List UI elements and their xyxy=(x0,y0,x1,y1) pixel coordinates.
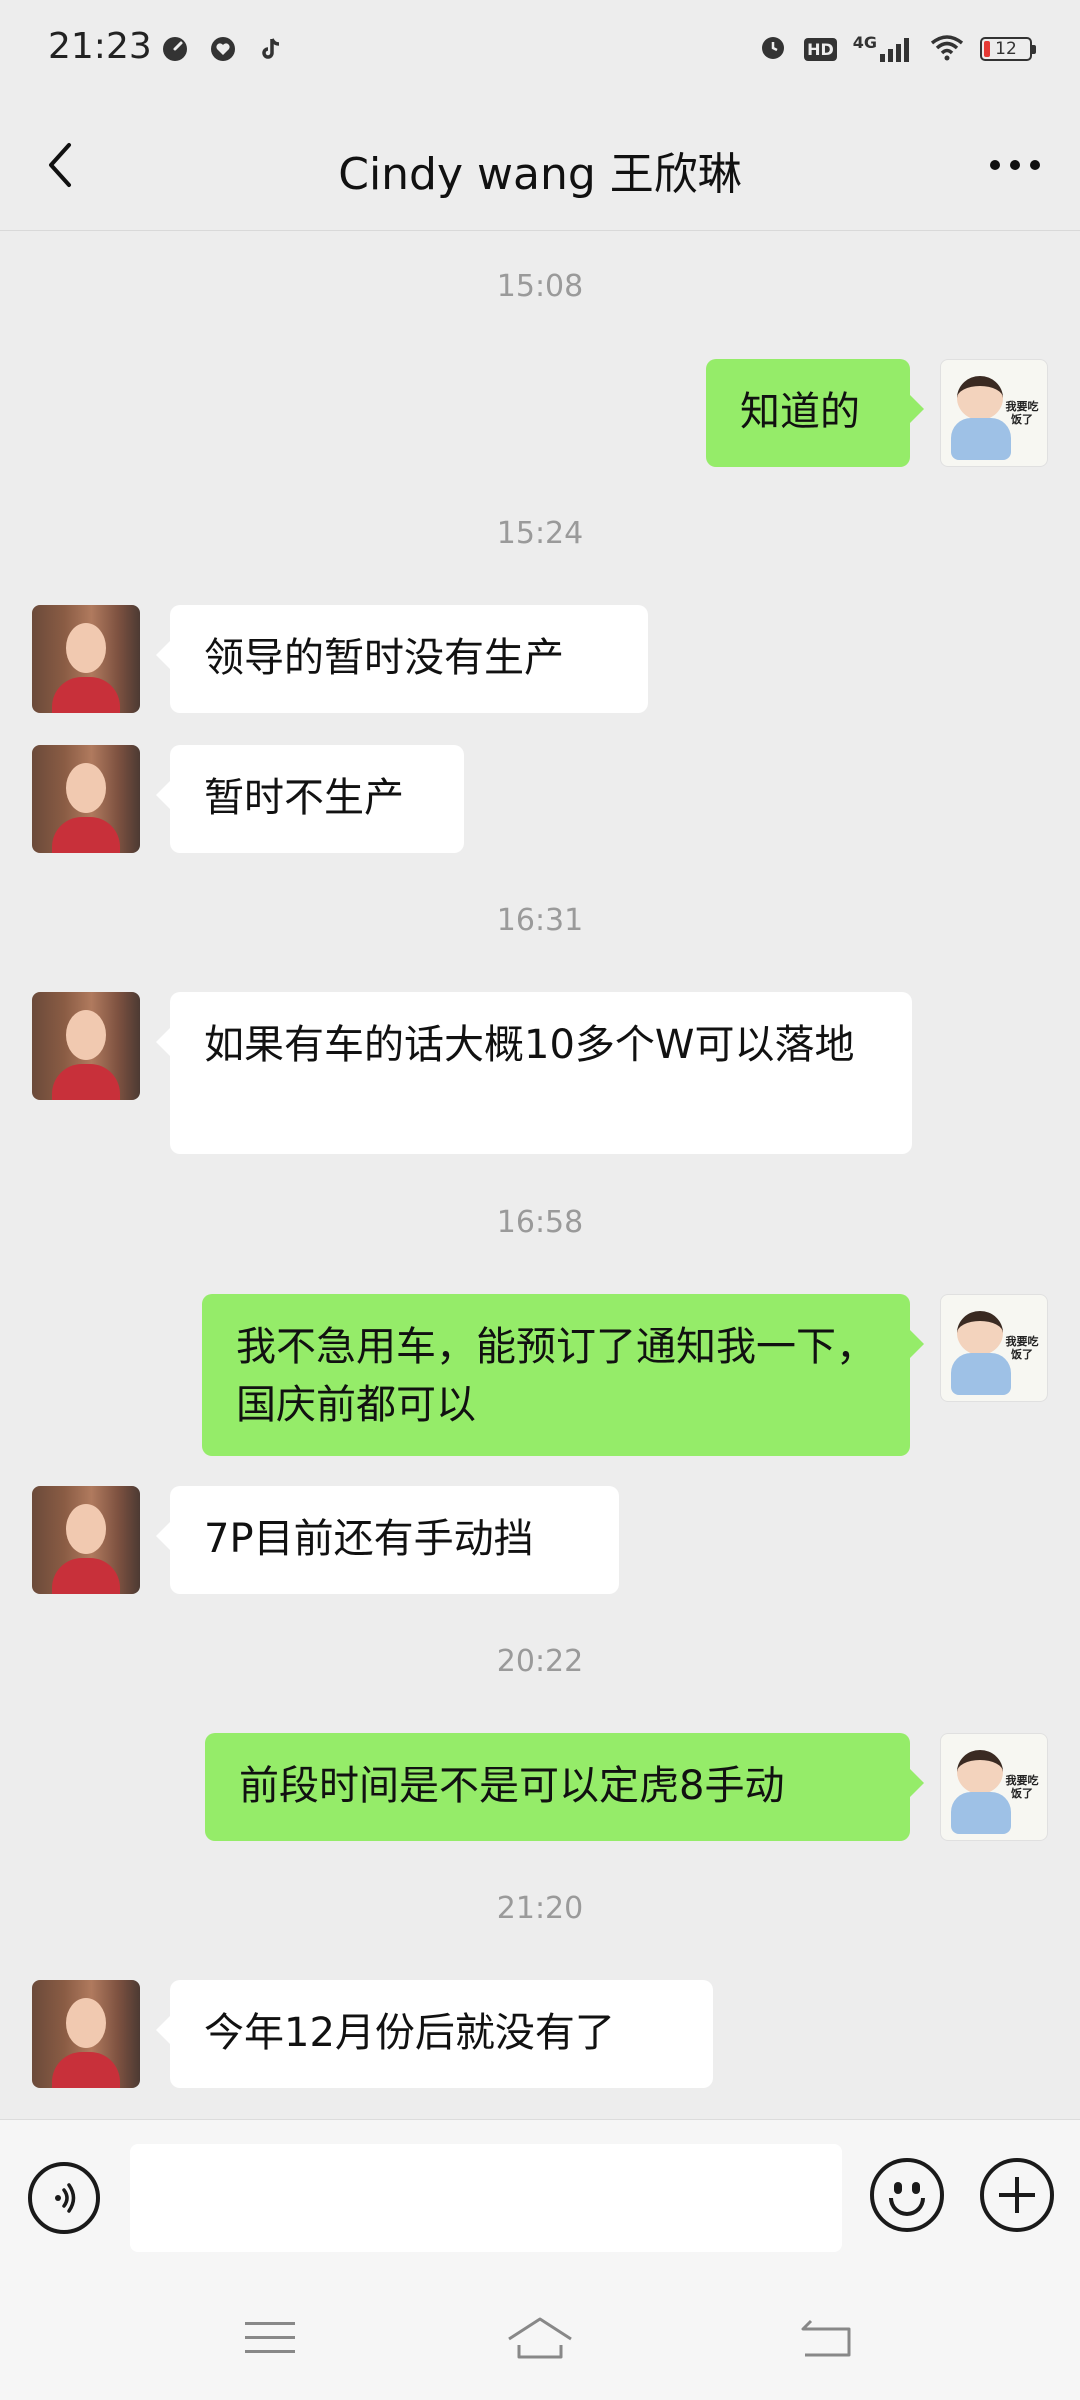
more-button[interactable] xyxy=(980,135,1050,195)
timestamp: 16:58 xyxy=(496,1205,584,1240)
contact-avatar[interactable] xyxy=(32,605,140,713)
tiktok-icon xyxy=(256,34,286,64)
contact-avatar[interactable] xyxy=(32,1980,140,2088)
nav-back-button[interactable] xyxy=(785,2303,865,2373)
message-bubble[interactable]: 前段时间是不是可以定虎8手动 xyxy=(205,1733,924,1841)
nav-menu-button[interactable] xyxy=(230,2303,310,2373)
status-left-icons xyxy=(160,34,286,64)
emoji-button[interactable] xyxy=(870,2158,944,2232)
message-input[interactable] xyxy=(130,2144,842,2252)
my-avatar[interactable]: 我要吃饭了 xyxy=(940,1294,1048,1402)
voice-button[interactable] xyxy=(28,2162,100,2234)
message-bubble[interactable]: 我不急用车，能预订了通知我一下，国庆前都可以 xyxy=(202,1294,924,1456)
status-right-icons: HD 4G 12 xyxy=(758,32,1036,66)
timestamp: 21:20 xyxy=(496,1891,584,1926)
status-bar: 21:23 HD 4G 12 xyxy=(0,0,1080,100)
hd-badge: HD xyxy=(804,37,837,61)
heart-cloud-icon xyxy=(208,34,238,64)
menu-icon xyxy=(245,2322,295,2353)
message-bubble[interactable]: 知道的 xyxy=(706,359,924,467)
network-label: 4G xyxy=(852,33,877,52)
nav-home-button[interactable] xyxy=(500,2303,580,2373)
timestamp: 15:08 xyxy=(496,269,584,304)
message-bubble[interactable]: 暂时不生产 xyxy=(156,745,464,853)
timestamp: 15:24 xyxy=(496,516,584,551)
status-time: 21:23 xyxy=(48,26,152,67)
avatar-caption: 我要吃饭了 xyxy=(1005,1335,1039,1361)
wifi-icon xyxy=(930,33,964,65)
message-bubble[interactable]: 领导的暂时没有生产 xyxy=(156,605,648,713)
timestamp: 16:31 xyxy=(496,903,584,938)
home-icon xyxy=(508,2317,572,2359)
chat-title: Cindy wang 王欣琳 xyxy=(338,149,742,200)
message-bubble[interactable]: 7P目前还有手动挡 xyxy=(156,1486,619,1594)
back-icon xyxy=(801,2319,851,2357)
contact-avatar[interactable] xyxy=(32,992,140,1100)
speed-gauge-icon xyxy=(160,34,190,64)
more-dots-icon xyxy=(990,160,1040,170)
chat-header: Cindy wang 王欣琳 xyxy=(0,100,1080,231)
signal-icon: 4G xyxy=(852,33,914,62)
voice-icon xyxy=(55,2183,76,2213)
message-list[interactable]: 15:08 知道的 我要吃饭了 15:24 领导的暂时没有生产 暂时不生产 16… xyxy=(0,231,1080,2119)
message-bubble[interactable]: 今年12月份后就没有了 xyxy=(156,1980,713,2088)
alarm-icon xyxy=(758,32,788,66)
my-avatar[interactable]: 我要吃饭了 xyxy=(940,359,1048,467)
contact-avatar[interactable] xyxy=(32,745,140,853)
plus-button[interactable] xyxy=(980,2158,1054,2232)
timestamp: 20:22 xyxy=(496,1644,584,1679)
input-bar xyxy=(0,2119,1080,2274)
battery-icon: 12 xyxy=(980,37,1036,61)
contact-avatar[interactable] xyxy=(32,1486,140,1594)
avatar-caption: 我要吃饭了 xyxy=(1005,400,1039,426)
system-nav-bar xyxy=(0,2273,1080,2400)
avatar-caption: 我要吃饭了 xyxy=(1005,1774,1039,1800)
message-bubble[interactable]: 如果有车的话大概10多个W可以落地 xyxy=(156,992,912,1154)
my-avatar[interactable]: 我要吃饭了 xyxy=(940,1733,1048,1841)
